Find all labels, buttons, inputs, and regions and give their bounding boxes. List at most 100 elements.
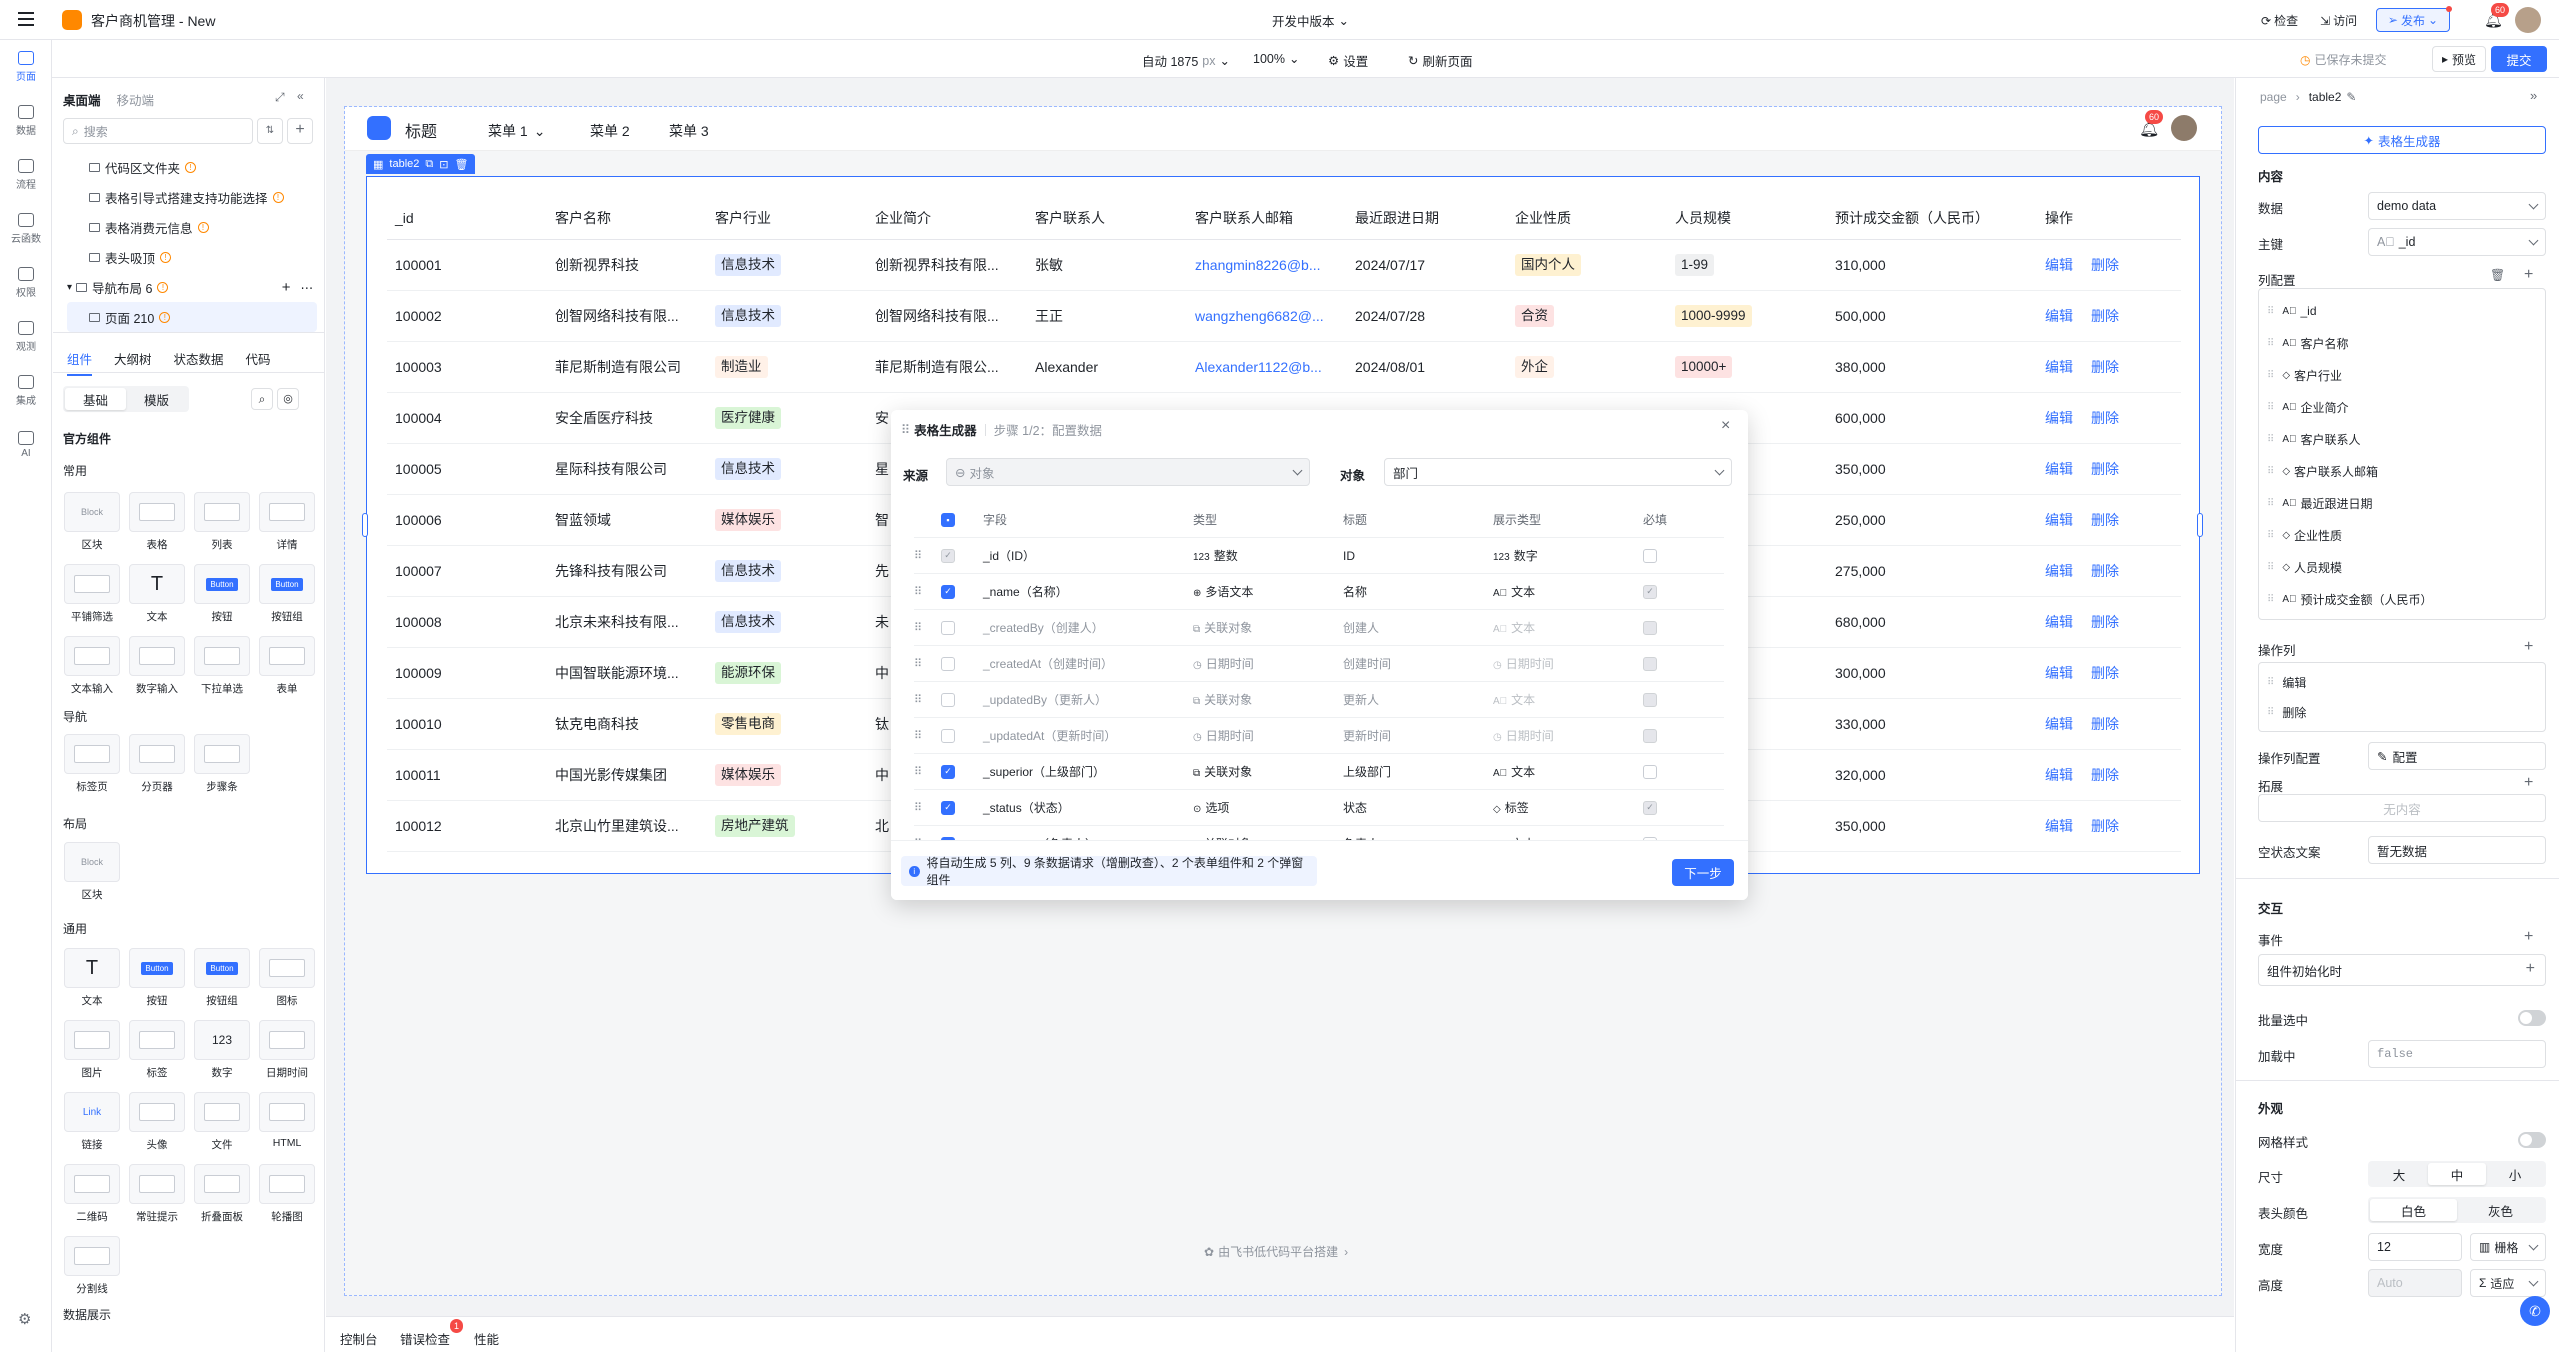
copy-icon[interactable]: ⧉ [425, 158, 433, 171]
settings-gear-icon[interactable]: ⚙ [18, 1310, 31, 1328]
batch-toggle[interactable] [2518, 1010, 2546, 1026]
edit-link[interactable]: 编辑 [2045, 359, 2073, 375]
caret-down-icon[interactable]: ▾ [67, 282, 72, 293]
object-select[interactable]: 部门 [1384, 458, 1732, 486]
rail-item-0[interactable]: 页面 [0, 40, 52, 94]
add-page-button[interactable]: + [287, 118, 313, 144]
drag-handle-icon[interactable]: ⠿ [2267, 306, 2274, 317]
drag-handle-icon[interactable]: ⠿ [2267, 466, 2274, 477]
edit-link[interactable]: 编辑 [2045, 461, 2073, 477]
field-checkbox[interactable]: ✓ [941, 548, 955, 563]
drag-handle-icon[interactable]: ⠿ [2267, 677, 2274, 688]
component-common-10[interactable]: 下拉单选 [193, 636, 251, 696]
required-checkbox[interactable] [1643, 692, 1657, 707]
search-icon[interactable]: ⌕ [251, 388, 273, 410]
size-large[interactable]: 大 [2370, 1163, 2428, 1185]
tree-item[interactable]: 页面 210! [67, 302, 317, 332]
required-checkbox[interactable] [1643, 656, 1657, 671]
tab-desktop[interactable]: 桌面端 [63, 90, 101, 109]
subtab-template[interactable]: 模版 [126, 388, 187, 410]
version-select[interactable]: 开发中版本 ⌄ [1272, 11, 1349, 30]
component-general-7[interactable]: 日期时间 [258, 1020, 316, 1080]
drag-handle-icon[interactable]: ⠿ [914, 801, 924, 814]
delete-link[interactable]: 删除 [2091, 818, 2119, 834]
edit-link[interactable]: 编辑 [2045, 308, 2073, 324]
component-general-15[interactable]: 轮播图 [258, 1164, 316, 1224]
select-all-checkbox[interactable]: ▪ [941, 512, 955, 527]
component-general-4[interactable]: 图片 [63, 1020, 121, 1080]
check-button[interactable]: ⟳ 检查 [2261, 12, 2298, 29]
component-general-6[interactable]: 123 数字 [193, 1020, 251, 1080]
component-general-3[interactable]: 图标 [258, 948, 316, 1008]
drag-handle-icon[interactable]: ⠿ [2267, 594, 2274, 605]
column-item[interactable]: ⠿ ◇ 客户联系人邮箱 [2267, 455, 2537, 487]
component-common-2[interactable]: 列表 [193, 492, 251, 552]
data-select[interactable]: demo data [2368, 192, 2546, 220]
drag-handle-icon[interactable]: ⠿ [2267, 434, 2274, 445]
rail-item-5[interactable]: 观测 [0, 310, 52, 364]
delete-icon[interactable]: 🗑︎ [2490, 268, 2505, 282]
delete-link[interactable]: 删除 [2091, 767, 2119, 783]
component-common-1[interactable]: 表格 [128, 492, 186, 552]
crumb-page[interactable]: page [2260, 90, 2287, 104]
delete-link[interactable]: 删除 [2091, 563, 2119, 579]
drag-handle-icon[interactable]: ⠿ [914, 657, 924, 670]
op-config-button[interactable]: ✎ 配置 [2368, 742, 2546, 770]
email-link[interactable]: wangzheng6682@... [1195, 308, 1324, 324]
tree-item[interactable]: ▾ 导航布局 6! + ⋯ [67, 272, 317, 302]
rail-item-4[interactable]: 权限 [0, 256, 52, 310]
size-small[interactable]: 小 [2486, 1163, 2544, 1185]
delete-link[interactable]: 删除 [2091, 257, 2119, 273]
edit-link[interactable]: 编辑 [2045, 614, 2073, 630]
empty-text-input[interactable]: 暂无数据 [2368, 836, 2546, 864]
field-checkbox[interactable] [941, 692, 955, 707]
column-item[interactable]: ⠿ ◇ 客户行业 [2267, 359, 2537, 391]
component-nav-2[interactable]: 步骤条 [193, 734, 251, 794]
edit-link[interactable]: 编辑 [2045, 767, 2073, 783]
size-medium[interactable]: 中 [2428, 1163, 2486, 1185]
width-input[interactable]: 12 [2368, 1233, 2462, 1261]
drag-handle-icon[interactable]: ⠿ [2267, 562, 2274, 573]
required-checkbox[interactable] [1643, 548, 1657, 563]
duplicate-icon[interactable]: ⊡ [439, 158, 448, 171]
drag-handle-icon[interactable]: ⠿ [2267, 530, 2274, 541]
expand-icon[interactable]: ⤢ [275, 90, 285, 105]
field-checkbox[interactable]: ✓ [941, 584, 955, 599]
submit-button[interactable]: 提交 [2491, 46, 2547, 72]
menu-icon[interactable] [18, 12, 34, 26]
field-checkbox[interactable] [941, 620, 955, 635]
source-select[interactable]: ⊖ 对象 [946, 458, 1310, 486]
component-general-5[interactable]: 标签 [128, 1020, 186, 1080]
drag-handle-icon[interactable]: ⠿ [2267, 338, 2274, 349]
email-link[interactable]: zhangmin8226@b... [1195, 257, 1321, 273]
menu-1[interactable]: 菜单 1 ⌄ [488, 121, 545, 141]
component-nav-1[interactable]: 分页器 [128, 734, 186, 794]
column-item[interactable]: ⠿ A⃝ 预计成交金额（人民币） [2267, 583, 2537, 615]
component-general-10[interactable]: 文件 [193, 1092, 251, 1152]
edit-link[interactable]: 编辑 [2045, 665, 2073, 681]
column-item[interactable]: ⠿ A⃝ 最近跟进日期 [2267, 487, 2537, 519]
required-checkbox[interactable]: ✓ [1643, 800, 1657, 815]
tree-item[interactable]: 表头吸顶! [67, 242, 317, 272]
filter-icon[interactable]: ◎ [277, 388, 299, 410]
add-icon[interactable]: + [282, 279, 291, 296]
next-button[interactable]: 下一步 [1672, 859, 1734, 886]
component-common-9[interactable]: 数字输入 [128, 636, 186, 696]
edit-icon[interactable]: ✎ [2346, 90, 2356, 104]
height-input[interactable]: Auto [2368, 1269, 2462, 1297]
component-general-9[interactable]: 头像 [128, 1092, 186, 1152]
selected-component-tag[interactable]: ▦ table2 ⧉ ⊡ 🗑︎ [366, 154, 476, 174]
event-item[interactable]: 组件初始化时 + [2258, 954, 2546, 986]
drag-handle-icon[interactable]: ⠿ [2267, 498, 2274, 509]
edit-link[interactable]: 编辑 [2045, 716, 2073, 732]
column-item[interactable]: ⠿ A⃝ 客户联系人 [2267, 423, 2537, 455]
rail-item-1[interactable]: 数据 [0, 94, 52, 148]
footer-brand[interactable]: ✿ 由飞书低代码平台搭建 › [1204, 1243, 1348, 1260]
resize-handle-right[interactable] [2197, 513, 2203, 537]
table-generator-button[interactable]: ✦ 表格生成器 [2258, 126, 2546, 154]
column-item[interactable]: ⠿ A⃝ _id [2267, 295, 2537, 327]
drag-handle-icon[interactable]: ⠿ [914, 585, 924, 598]
refresh-button[interactable]: ↻ 刷新页面 [1408, 51, 1473, 70]
loading-input[interactable]: false [2368, 1040, 2546, 1068]
zoom-select[interactable]: 100% ⌄ [1253, 51, 1299, 67]
